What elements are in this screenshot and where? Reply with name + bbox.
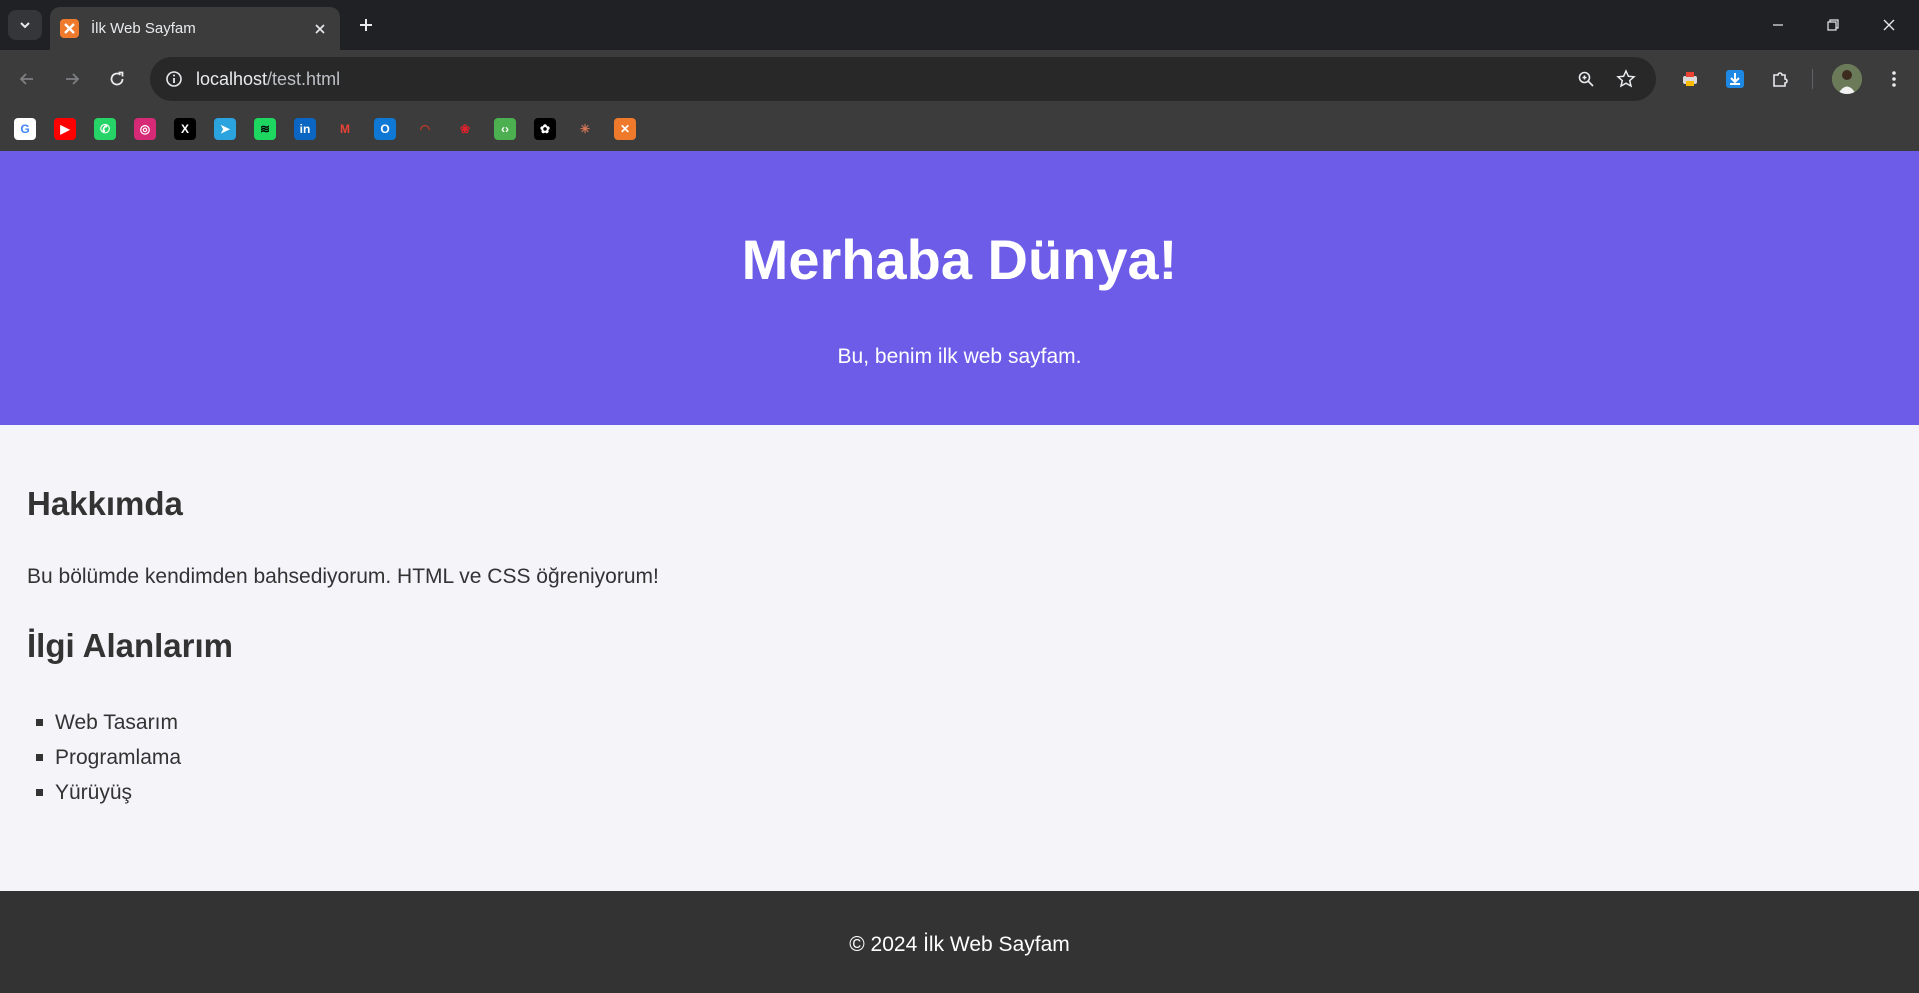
tab-strip: İlk Web Sayfam	[0, 0, 1919, 50]
download-extension-icon[interactable]	[1719, 63, 1751, 95]
about-heading: Hakkımda	[27, 485, 183, 522]
list-item-label: Programlama	[55, 745, 182, 769]
page-footer: © 2024 İlk Web Sayfam	[0, 891, 1919, 993]
web-page: Merhaba Dünya! Bu, benim ilk web sayfam.…	[0, 151, 1919, 993]
about-text: Bu bölümde kendimden bahsediyorum. HTML …	[27, 565, 659, 588]
browser-chrome: İlk Web Sayfam localhost/test.html G ▶ ✆…	[0, 0, 1919, 151]
new-tab-button[interactable]	[353, 12, 379, 38]
google-icon[interactable]: G	[14, 118, 36, 140]
menu-kebab-icon[interactable]	[1878, 63, 1910, 95]
code-icon[interactable]: ‹›	[494, 118, 516, 140]
tab-search-button[interactable]	[8, 10, 42, 40]
whatsapp-icon[interactable]: ✆	[94, 118, 116, 140]
list-item-label: Yürüyüş	[55, 780, 133, 804]
page-title: Merhaba Dünya!	[741, 228, 1178, 291]
address-bar[interactable]: localhost/test.html	[150, 57, 1656, 101]
forward-button[interactable]	[56, 63, 88, 95]
tab-title: İlk Web Sayfam	[91, 20, 196, 37]
speedtest-icon[interactable]: ◠	[414, 118, 436, 140]
interests-heading: İlgi Alanlarım	[27, 627, 233, 664]
instagram-icon[interactable]: ◎	[134, 118, 156, 140]
close-window-button[interactable]	[1874, 10, 1904, 40]
arrow-left-icon	[19, 73, 33, 85]
hero-header: Merhaba Dünya! Bu, benim ilk web sayfam.	[0, 151, 1919, 425]
toolbar-divider	[1812, 69, 1813, 89]
extensions-puzzle-icon[interactable]	[1764, 63, 1796, 95]
list-item-label: Web Tasarım	[55, 710, 178, 734]
list-item: Yürüyüş	[27, 775, 181, 810]
close-icon	[1883, 19, 1895, 31]
tab-close-icon[interactable]	[310, 19, 330, 39]
bookmarks-bar: G ▶ ✆ ◎ X ➤ ≋ in M O ◠ ❀ ‹› ✿ ✳ ✕	[0, 108, 1919, 151]
x-icon[interactable]: X	[174, 118, 196, 140]
printer-extension-icon[interactable]	[1674, 63, 1706, 95]
openai-icon[interactable]: ✿	[534, 118, 556, 140]
reload-icon	[110, 71, 124, 86]
reload-button[interactable]	[101, 63, 133, 95]
outlook-icon[interactable]: O	[374, 118, 396, 140]
minimize-icon	[1773, 24, 1783, 26]
profile-avatar[interactable]	[1832, 64, 1862, 94]
minimize-button[interactable]	[1763, 10, 1793, 40]
xampp-favicon-icon	[60, 19, 79, 38]
claude-icon[interactable]: ✳	[574, 118, 596, 140]
back-button[interactable]	[11, 63, 43, 95]
restore-button[interactable]	[1818, 10, 1848, 40]
gmail-icon[interactable]: M	[334, 118, 356, 140]
url-text[interactable]: localhost/test.html	[196, 69, 340, 90]
chevron-down-icon	[20, 22, 30, 29]
linkedin-icon[interactable]: in	[294, 118, 316, 140]
telegram-icon[interactable]: ➤	[214, 118, 236, 140]
square-bullet-icon	[36, 719, 43, 726]
browser-toolbar: localhost/test.html	[0, 50, 1919, 108]
interests-list: Web Tasarım Programlama Yürüyüş	[27, 705, 181, 810]
list-item: Programlama	[27, 740, 181, 775]
arrow-right-icon	[66, 73, 80, 85]
square-bullet-icon	[36, 789, 43, 796]
bookmark-star-icon[interactable]	[1612, 65, 1640, 93]
restore-icon	[1827, 19, 1839, 31]
active-tab[interactable]: İlk Web Sayfam	[50, 7, 340, 50]
zoom-icon[interactable]	[1572, 65, 1600, 93]
spotify-icon[interactable]: ≋	[254, 118, 276, 140]
url-host: localhost	[196, 69, 268, 89]
xampp-icon[interactable]: ✕	[614, 118, 636, 140]
huawei-icon[interactable]: ❀	[454, 118, 476, 140]
list-item: Web Tasarım	[27, 705, 181, 740]
page-subtitle: Bu, benim ilk web sayfam.	[837, 345, 1082, 368]
site-info-icon[interactable]	[160, 65, 188, 93]
square-bullet-icon	[36, 754, 43, 761]
footer-text: © 2024 İlk Web Sayfam	[849, 933, 1070, 956]
url-path: /test.html	[267, 69, 341, 89]
plus-icon	[360, 19, 372, 31]
youtube-icon[interactable]: ▶	[54, 118, 76, 140]
